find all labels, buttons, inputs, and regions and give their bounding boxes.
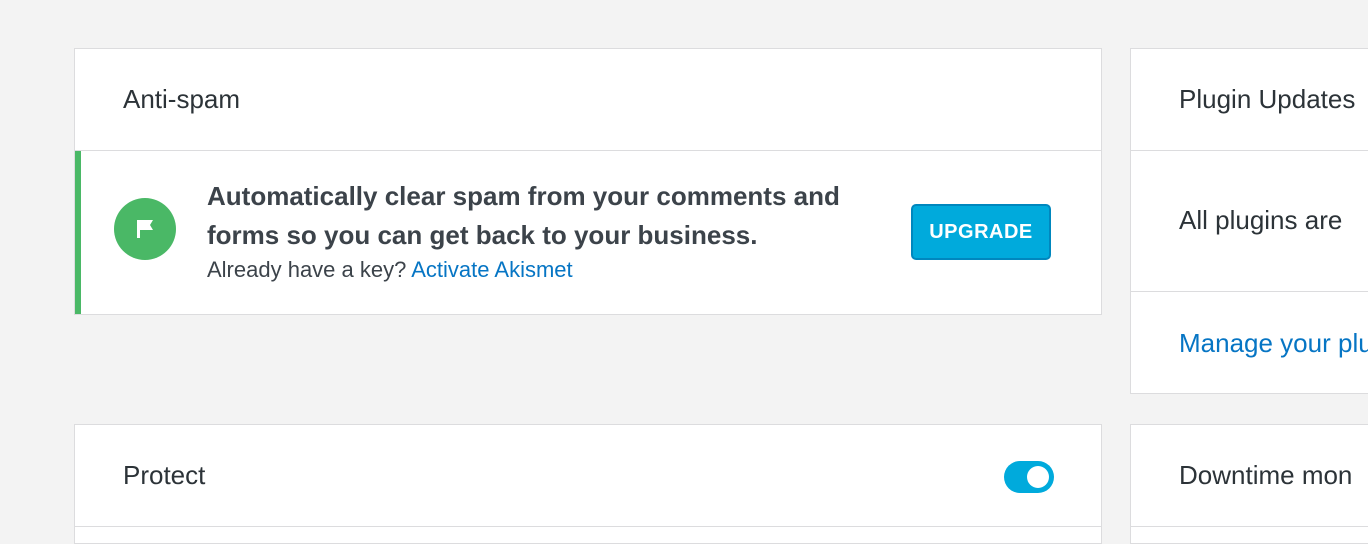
- toggle-knob: [1027, 466, 1049, 488]
- antispam-title: Anti-spam: [75, 49, 1101, 151]
- manage-plugins-link[interactable]: Manage your plu: [1179, 328, 1368, 359]
- downtime-title: Downtime mon: [1131, 425, 1368, 527]
- upgrade-button[interactable]: UPGRADE: [911, 204, 1051, 260]
- key-question: Already have a key?: [207, 257, 412, 282]
- activate-akismet-link[interactable]: Activate Akismet: [411, 257, 572, 282]
- plugin-updates-title: Plugin Updates: [1131, 49, 1368, 151]
- antispam-message: Automatically clear spam from your comme…: [207, 181, 840, 250]
- flag-icon: [114, 198, 176, 260]
- protect-title: Protect: [75, 425, 1101, 527]
- protect-card: Protect: [74, 424, 1102, 544]
- protect-toggle[interactable]: [1004, 461, 1054, 493]
- downtime-card: Downtime mon: [1130, 424, 1368, 544]
- plugin-updates-card: Plugin Updates All plugins are Manage yo…: [1130, 48, 1368, 394]
- antispam-subtext: Already have a key? Activate Akismet: [207, 257, 573, 283]
- divider: [1131, 291, 1368, 292]
- antispam-notice: Automatically clear spam from your comme…: [75, 151, 1101, 314]
- antispam-card: Anti-spam Automatically clear spam from …: [74, 48, 1102, 315]
- plugin-status-text: All plugins are: [1179, 205, 1343, 235]
